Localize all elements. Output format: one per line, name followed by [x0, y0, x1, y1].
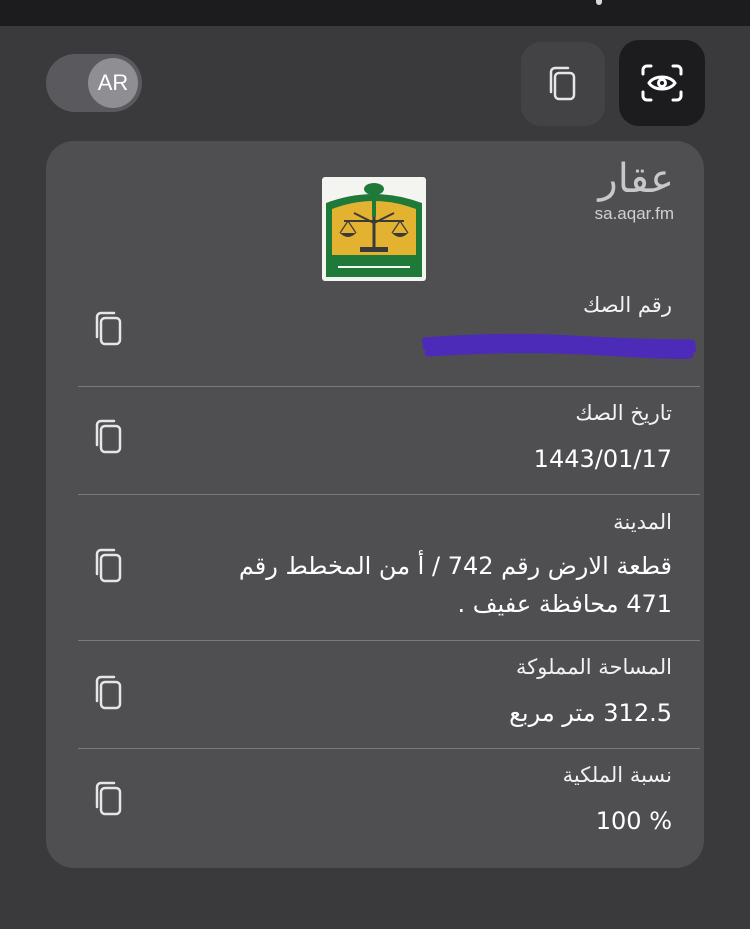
copy-icon[interactable] [92, 417, 126, 457]
field-label: رقم الصك [583, 293, 672, 317]
field-deed-date: تاريخ الصك 1443/01/17 [78, 401, 700, 481]
field-value: 1443/01/17 [533, 445, 672, 473]
language-toggle[interactable]: AR [46, 54, 142, 112]
divider [78, 386, 700, 387]
copy-icon[interactable] [92, 309, 126, 349]
copy-icon[interactable] [92, 546, 126, 586]
divider [78, 748, 700, 749]
scan-button[interactable] [619, 40, 705, 126]
brand-name: عقار [598, 156, 674, 202]
copy-all-button[interactable] [521, 42, 605, 126]
field-label: نسبة الملكية [562, 763, 672, 787]
field-owned-area: المساحة المملوكة 312.5 متر مربع [78, 655, 700, 735]
status-bar [0, 0, 750, 26]
field-label: المدينة [613, 510, 672, 534]
field-deed-number: رقم الصك [78, 293, 700, 373]
copy-icon [549, 66, 576, 101]
copy-icon[interactable] [92, 673, 126, 713]
brand-url: sa.aqar.fm [594, 204, 674, 223]
ministry-of-justice-emblem [322, 177, 426, 281]
aqar-watermark: عقار sa.aqar.fm [595, 153, 674, 223]
field-value-line1: قطعة الارض رقم 742 / أ من المخطط رقم [238, 552, 672, 580]
redaction-scribble [422, 333, 696, 359]
copy-icon[interactable] [92, 779, 126, 819]
field-value-line2: 471 محافظة عفيف . [457, 590, 672, 618]
status-indicator [596, 0, 602, 5]
divider [78, 494, 700, 495]
scan-eye-icon [641, 64, 683, 102]
field-value: 312.5 متر مربع [509, 699, 672, 727]
field-label: المساحة المملوكة [516, 655, 672, 679]
deed-card: عقار sa.aqar.fm رقم الصك تاريخ الصك 1443… [46, 141, 704, 868]
language-toggle-knob[interactable]: AR [88, 58, 138, 108]
field-value: 100 % [595, 807, 672, 835]
field-ownership-ratio: نسبة الملكية 100 % [78, 763, 700, 843]
divider [78, 640, 700, 641]
field-label: تاريخ الصك [575, 401, 672, 425]
field-city: المدينة قطعة الارض رقم 742 / أ من المخطط… [78, 510, 700, 630]
